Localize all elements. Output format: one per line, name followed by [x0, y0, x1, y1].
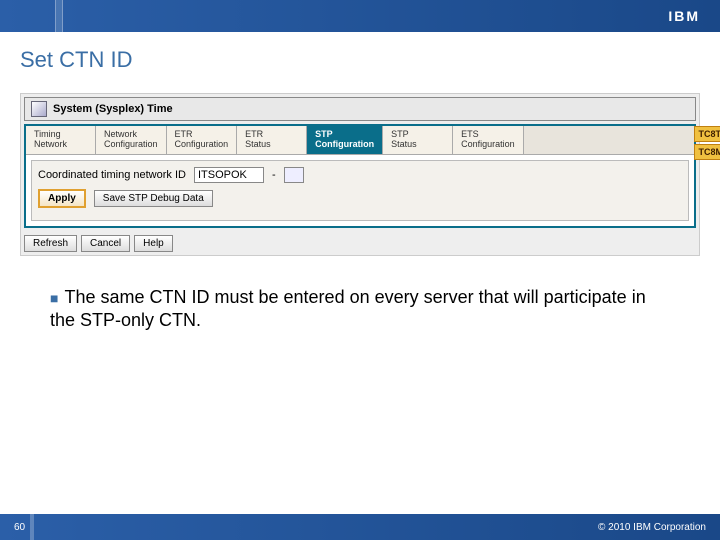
tab-timing-network[interactable]: TimingNetwork	[26, 126, 96, 154]
panel-titlebar: System (Sysplex) Time	[24, 97, 696, 121]
ibm-logo: IBM	[668, 8, 700, 24]
tabs-row: TimingNetwork NetworkConfiguration ETRCo…	[26, 126, 694, 155]
apply-button[interactable]: Apply	[38, 189, 86, 208]
slide-bullet: ■The same CTN ID must be entered on ever…	[0, 256, 720, 333]
tab-etr-configuration[interactable]: ETRConfiguration	[167, 126, 238, 154]
cancel-button[interactable]: Cancel	[81, 235, 130, 252]
bullet-icon: ■	[50, 290, 58, 306]
separator-dash: -	[272, 169, 276, 181]
panel-bottom-buttons: Refresh Cancel Help	[21, 231, 699, 255]
form-buttons-row: Apply Save STP Debug Data	[38, 189, 682, 208]
banner-accent	[55, 0, 63, 32]
bullet-content: The same CTN ID must be entered on every…	[50, 287, 646, 330]
config-body: TimingNetwork NetworkConfiguration ETRCo…	[24, 124, 696, 228]
clock-icon	[31, 101, 47, 117]
page-number: 60	[14, 522, 25, 533]
help-button[interactable]: Help	[134, 235, 173, 252]
ctn-id-suffix-box[interactable]	[284, 167, 304, 183]
save-debug-button[interactable]: Save STP Debug Data	[94, 190, 213, 207]
slide-title: Set CTN ID	[0, 32, 720, 93]
ctn-id-input[interactable]	[194, 167, 264, 183]
tab-stp-status[interactable]: STPStatus	[383, 126, 453, 154]
side-tab-tc8m[interactable]: TC8M	[694, 144, 720, 160]
ctn-id-label: Coordinated timing network ID	[38, 169, 186, 181]
header-banner: IBM	[0, 0, 720, 32]
footer: 60 © 2010 IBM Corporation	[0, 514, 720, 540]
refresh-button[interactable]: Refresh	[24, 235, 77, 252]
tab-ets-configuration[interactable]: ETSConfiguration	[453, 126, 524, 154]
ctn-id-row: Coordinated timing network ID -	[38, 167, 682, 183]
side-tab-tc8t[interactable]: TC8T	[694, 126, 720, 142]
tab-etr-status[interactable]: ETRStatus	[237, 126, 307, 154]
form-area: Coordinated timing network ID - Apply Sa…	[31, 160, 689, 221]
panel-title: System (Sysplex) Time	[53, 103, 173, 115]
tab-network-configuration[interactable]: NetworkConfiguration	[96, 126, 167, 154]
side-tabs: TC8T TC8M	[694, 126, 720, 160]
copyright: © 2010 IBM Corporation	[598, 522, 706, 533]
tab-stp-configuration[interactable]: STPConfiguration	[307, 126, 383, 154]
screenshot-panel: System (Sysplex) Time TimingNetwork Netw…	[20, 93, 700, 256]
footer-accent	[30, 514, 34, 540]
